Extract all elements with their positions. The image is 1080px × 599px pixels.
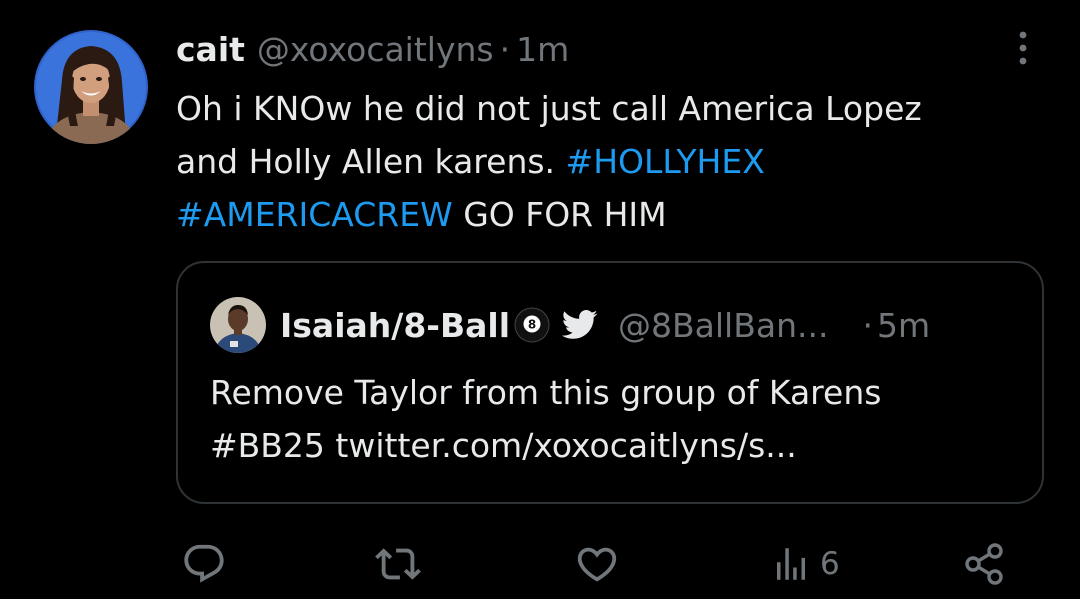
quoted-text-line-2: #BB25 twitter.com/xoxocaitlyns/s... [210, 426, 797, 465]
quoted-tweet-header: Isaiah/8-Ball 8 @8BallBan... · 5m [210, 297, 930, 353]
tweet-text-line-1: Oh i KNOw he did not just call America L… [176, 82, 1056, 135]
twitter-bird-icon [562, 310, 598, 339]
quoted-tweet-card[interactable]: Isaiah/8-Ball 8 @8BallBan... · 5m Remove… [176, 261, 1044, 504]
eight-ball-emoji-icon: 8 [514, 307, 550, 343]
reply-button[interactable] [181, 538, 235, 590]
svg-text:8: 8 [528, 318, 536, 332]
retweet-button[interactable] [372, 538, 432, 590]
tweet-text-line-2: and Holly Allen karens. #HOLLYHEX [176, 135, 1056, 188]
quoted-author-avatar[interactable] [210, 297, 266, 353]
views-button[interactable]: 6 [770, 538, 840, 590]
hashtag-link-hollyhex[interactable]: #HOLLYHEX [566, 142, 765, 181]
author-avatar[interactable] [34, 30, 148, 144]
tweet-action-bar: 6 [0, 538, 1080, 590]
tweet-text-segment: GO FOR HIM [452, 195, 667, 234]
quoted-avatar-image [210, 297, 266, 353]
quoted-author-handle[interactable]: @8BallBan... [618, 306, 828, 345]
share-icon [965, 543, 1003, 585]
tweet-text-segment: and Holly Allen karens. [176, 142, 566, 181]
heart-icon [577, 547, 617, 582]
tweet-header: cait @xoxocaitlyns · 1m [176, 28, 569, 70]
like-button[interactable] [573, 538, 629, 590]
tweet-text-segment: Oh i KNOw he did not just call America L… [176, 89, 922, 128]
more-options-button[interactable] [1010, 30, 1036, 66]
quoted-tweet-timestamp[interactable]: 5m [877, 306, 930, 345]
author-name[interactable]: cait [176, 30, 245, 69]
retweet-icon [375, 548, 421, 580]
tweet-text-line-3: #AMERICACREW GO FOR HIM [176, 188, 1056, 241]
avatar-image [34, 30, 148, 144]
views-count: 6 [820, 546, 840, 582]
tweet-timestamp[interactable]: 1m [516, 30, 569, 69]
views-icon [777, 548, 805, 580]
quoted-author-name[interactable]: Isaiah/8-Ball [280, 306, 510, 345]
quoted-tweet-text: Remove Taylor from this group of Karens … [210, 366, 1030, 472]
share-button[interactable] [962, 538, 1016, 590]
reply-icon [184, 544, 224, 583]
header-separator: · [499, 29, 511, 69]
hashtag-link-americacrew[interactable]: #AMERICACREW [176, 195, 453, 234]
quoted-header-separator: · [862, 305, 873, 345]
quoted-text-line-1: Remove Taylor from this group of Karens [210, 373, 882, 412]
author-handle[interactable]: @xoxocaitlyns [257, 30, 494, 69]
tweet-text: Oh i KNOw he did not just call America L… [176, 82, 1056, 241]
more-vertical-icon [1019, 31, 1027, 65]
